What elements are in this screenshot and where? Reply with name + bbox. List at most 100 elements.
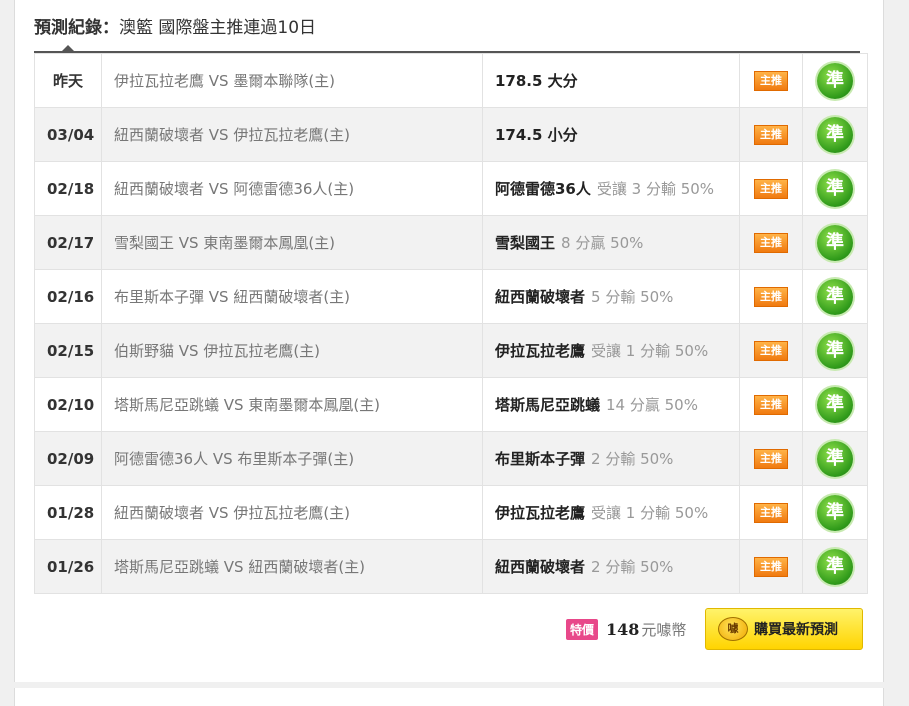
table-row: 02/17 雪梨國王 VS 東南墨爾本鳳凰(主) 雪梨國王 8 分贏 50% 主推 準 xyxy=(34,215,868,270)
records-table: 昨天 伊拉瓦拉老鷹 VS 墨爾本聯隊(主) 178.5 大分 主推準 03/04 紐西蘭破… xyxy=(34,53,868,594)
record-pick-detail: 受讓 1 分輸 50% xyxy=(591,504,709,522)
record-result-cell: 準 xyxy=(802,53,868,108)
record-match: 阿德雷德36人 VS 布里斯本子彈(主) xyxy=(101,431,483,486)
record-tag-cell: 主推 xyxy=(739,323,803,378)
check-badge-icon: 準 xyxy=(817,548,853,585)
record-tag-cell: 主推 xyxy=(739,215,803,270)
record-result-cell: 準 xyxy=(802,431,868,486)
section-title-value: 澳籃 國際盤主推連過10日 xyxy=(119,18,317,38)
record-result-cell: 準 xyxy=(802,161,868,216)
record-date: 02/16 xyxy=(34,269,102,324)
record-pick-detail: 8 分贏 50% xyxy=(561,234,644,252)
record-date: 02/15 xyxy=(34,323,102,378)
check-badge-icon: 準 xyxy=(817,332,853,369)
record-tag-cell: 主推 xyxy=(739,485,803,540)
sale-badge: 特價 xyxy=(566,618,599,640)
record-match: 塔斯馬尼亞跳蟻 VS 東南墨爾本鳳凰(主) xyxy=(101,377,483,432)
record-tag-cell: 主推 xyxy=(739,431,803,486)
record-pick: 178.5 大分 xyxy=(495,72,578,90)
record-pick: 紐西蘭破壞者 xyxy=(495,558,586,576)
record-pick: 伊拉瓦拉老鷹 xyxy=(495,342,586,360)
record-pick-detail: 受讓 1 分輸 50% xyxy=(591,342,709,360)
check-badge-icon: 準 xyxy=(817,278,853,315)
record-pick-cell: 紐西蘭破壞者 2 分輸 50% xyxy=(482,539,740,594)
record-pick: 雪梨國王 xyxy=(495,234,556,252)
table-row: 02/15 伯斯野貓 VS 伊拉瓦拉老鷹(主) 伊拉瓦拉老鷹 受讓 1 分輸 50% 主… xyxy=(34,323,868,378)
record-match: 塔斯馬尼亞跳蟻 VS 紐西蘭破壞者(主) xyxy=(101,539,483,594)
record-tag-cell: 主推 xyxy=(739,107,803,162)
record-tag-cell: 主推 xyxy=(739,377,803,432)
coin-icon: 噱 xyxy=(718,617,748,641)
table-row: 昨天 伊拉瓦拉老鷹 VS 墨爾本聯隊(主) 178.5 大分 主推 準 xyxy=(34,53,868,108)
main-pick-badge: 主推 xyxy=(754,287,788,307)
price-area: 特價 148 元噱幣 xyxy=(566,612,686,646)
main-pick-badge: 主推 xyxy=(754,449,788,469)
record-match: 布里斯本子彈 VS 紐西蘭破壞者(主) xyxy=(101,269,483,324)
record-tag-cell: 主推 xyxy=(739,269,803,324)
record-match: 紐西蘭破壞者 VS 伊拉瓦拉老鷹(主) xyxy=(101,107,483,162)
check-badge-icon: 準 xyxy=(817,62,853,99)
record-date: 01/28 xyxy=(34,485,102,540)
record-pick-detail: 受讓 3 分輸 50% xyxy=(596,180,715,198)
record-result-cell: 準 xyxy=(802,323,868,378)
check-badge-icon: 準 xyxy=(817,494,853,531)
check-badge-icon: 準 xyxy=(817,386,853,423)
buy-latest-prediction-button[interactable]: 噱 購買最新預測 xyxy=(705,608,863,650)
record-match: 伊拉瓦拉老鷹 VS 墨爾本聯隊(主) xyxy=(101,53,483,108)
table-row: 03/04 紐西蘭破壞者 VS 伊拉瓦拉老鷹(主) 174.5 小分 主推 準 xyxy=(34,107,868,162)
check-badge-icon: 準 xyxy=(817,224,853,261)
record-pick: 阿德雷德36人 xyxy=(495,180,591,198)
check-badge-icon: 準 xyxy=(817,170,853,207)
main-pick-badge: 主推 xyxy=(754,503,788,523)
record-pick-cell: 174.5 小分 xyxy=(482,107,740,162)
record-match: 紐西蘭破壞者 VS 伊拉瓦拉老鷹(主) xyxy=(101,485,483,540)
record-pick-cell: 塔斯馬尼亞跳蟻 14 分贏 50% xyxy=(482,377,740,432)
buy-button-label: 購買最新預測 xyxy=(754,622,838,638)
table-row: 01/28 紐西蘭破壞者 VS 伊拉瓦拉老鷹(主) 伊拉瓦拉老鷹 受讓 1 分輸 50… xyxy=(34,485,868,540)
main-pick-badge: 主推 xyxy=(754,71,788,91)
record-result-cell: 準 xyxy=(802,377,868,432)
record-date: 02/10 xyxy=(34,377,102,432)
record-date: 02/09 xyxy=(34,431,102,486)
record-pick: 紐西蘭破壞者 xyxy=(495,288,586,306)
record-result-cell: 準 xyxy=(802,485,868,540)
record-result-cell: 準 xyxy=(802,539,868,594)
record-pick-cell: 布里斯本子彈 2 分輸 50% xyxy=(482,431,740,486)
section-title: 預測紀錄：澳籃 國際盤主推連過10日 xyxy=(34,14,316,42)
record-pick-detail: 5 分輸 50% xyxy=(591,288,674,306)
record-tag-cell: 主推 xyxy=(739,539,803,594)
record-pick: 布里斯本子彈 xyxy=(495,450,586,468)
record-pick-detail: 2 分輸 50% xyxy=(591,450,674,468)
record-pick-cell: 阿德雷德36人 受讓 3 分輸 50% xyxy=(482,161,740,216)
record-pick-cell: 紐西蘭破壞者 5 分輸 50% xyxy=(482,269,740,324)
record-tag-cell: 主推 xyxy=(739,161,803,216)
record-date: 02/18 xyxy=(34,161,102,216)
record-match: 紐西蘭破壞者 VS 阿德雷德36人(主) xyxy=(101,161,483,216)
price-unit: 元噱幣 xyxy=(641,620,687,639)
table-row: 02/10 塔斯馬尼亞跳蟻 VS 東南墨爾本鳳凰(主) 塔斯馬尼亞跳蟻 14 分贏 5… xyxy=(34,377,868,432)
next-panel xyxy=(14,688,884,706)
record-match: 伯斯野貓 VS 伊拉瓦拉老鷹(主) xyxy=(101,323,483,378)
record-result-cell: 準 xyxy=(802,215,868,270)
record-pick-detail: 2 分輸 50% xyxy=(591,558,674,576)
record-pick: 伊拉瓦拉老鷹 xyxy=(495,504,586,522)
record-pick-cell: 雪梨國王 8 分贏 50% xyxy=(482,215,740,270)
record-date: 昨天 xyxy=(34,53,102,108)
main-pick-badge: 主推 xyxy=(754,125,788,145)
record-date: 03/04 xyxy=(34,107,102,162)
record-pick: 174.5 小分 xyxy=(495,126,578,144)
record-date: 01/26 xyxy=(34,539,102,594)
caret-up-icon xyxy=(62,45,74,51)
table-row: 02/18 紐西蘭破壞者 VS 阿德雷德36人(主) 阿德雷德36人 受讓 3 分輸 … xyxy=(34,161,868,216)
record-date: 02/17 xyxy=(34,215,102,270)
record-pick-cell: 178.5 大分 xyxy=(482,53,740,108)
record-result-cell: 準 xyxy=(802,107,868,162)
main-pick-badge: 主推 xyxy=(754,395,788,415)
section-title-label: 預測紀錄： xyxy=(34,18,119,38)
record-pick-cell: 伊拉瓦拉老鷹 受讓 1 分輸 50% xyxy=(482,323,740,378)
main-pick-badge: 主推 xyxy=(754,179,788,199)
main-pick-badge: 主推 xyxy=(754,341,788,361)
price-value: 148 xyxy=(606,619,640,639)
check-badge-icon: 準 xyxy=(817,440,853,477)
table-row: 01/26 塔斯馬尼亞跳蟻 VS 紐西蘭破壞者(主) 紐西蘭破壞者 2 分輸 50% 主… xyxy=(34,539,868,594)
